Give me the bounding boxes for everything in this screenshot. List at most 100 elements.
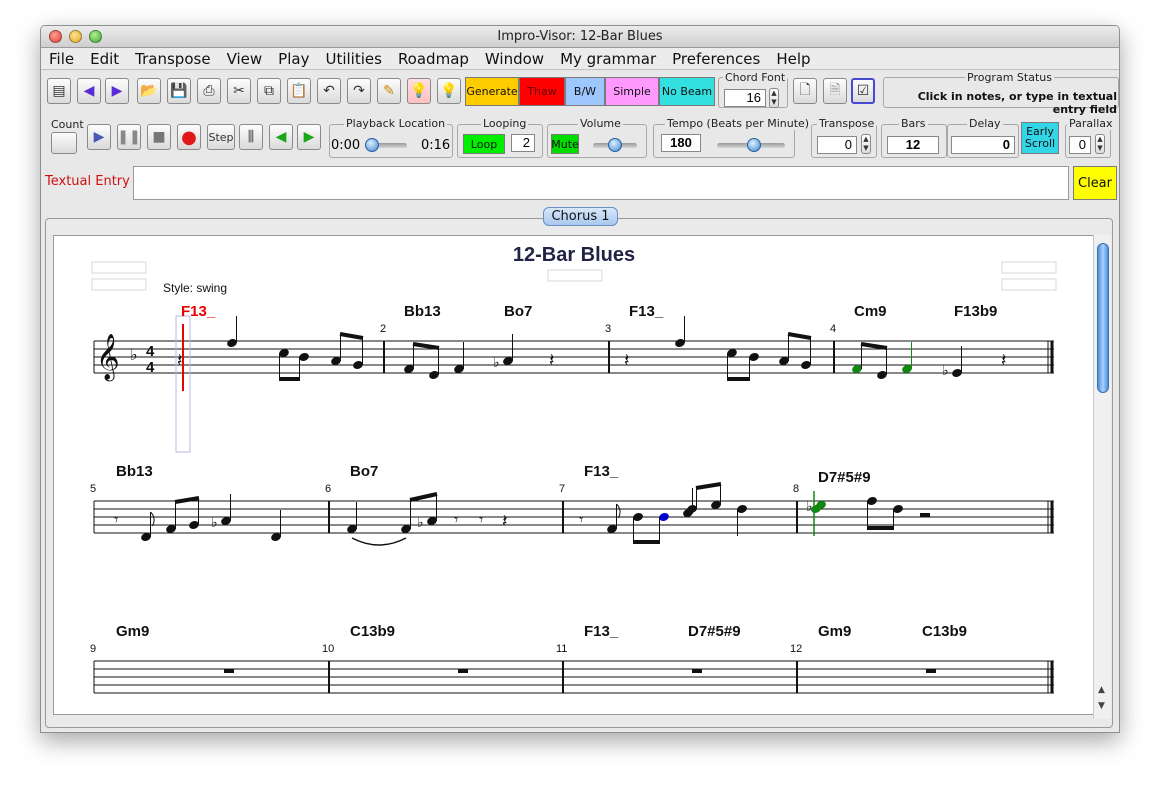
quarter-rest[interactable]: 𝄽	[624, 350, 630, 370]
half-rest[interactable]	[920, 513, 930, 517]
mute-button[interactable]: Mute	[551, 134, 579, 154]
menu-preferences[interactable]: Preferences	[664, 48, 768, 69]
note[interactable]	[270, 510, 282, 542]
minimize-window-button[interactable]	[69, 30, 82, 43]
composer-placeholder-right[interactable]	[1001, 261, 1057, 274]
note[interactable]	[226, 316, 238, 348]
undo-icon[interactable]: ↶	[317, 78, 341, 104]
pencil-icon[interactable]: ✎	[377, 78, 401, 104]
note[interactable]	[346, 502, 358, 534]
menu-window[interactable]: Window	[477, 48, 552, 69]
open-file-icon[interactable]: 📂	[137, 78, 161, 104]
chord-symbol[interactable]: F13b9	[954, 303, 997, 320]
quarter-rest[interactable]: 𝄽	[549, 350, 555, 370]
chord-symbol[interactable]: Cm9	[854, 303, 887, 320]
chord-font-spinner[interactable]: ▲ ▼	[769, 88, 779, 108]
generate-button[interactable]: Generate	[465, 77, 519, 106]
quarter-rest[interactable]: 𝄽	[502, 511, 508, 531]
stop-icon[interactable]: ■	[147, 124, 171, 150]
scroll-up-arrow-icon[interactable]: ▲	[1098, 685, 1105, 695]
zoom-window-button[interactable]	[89, 30, 102, 43]
composer-placeholder-left-2[interactable]	[91, 278, 147, 291]
leadsheet-icon[interactable]: ▤	[47, 78, 71, 104]
pause-icon[interactable]: ❚❚	[117, 124, 141, 150]
count-checkbox[interactable]	[51, 132, 77, 154]
note[interactable]	[502, 334, 514, 366]
note[interactable]	[736, 504, 748, 536]
transpose-spinner[interactable]: ▲ ▼	[861, 134, 871, 154]
chord-font-field[interactable]: 16	[724, 89, 766, 107]
cut-icon[interactable]: ✂	[227, 78, 251, 104]
note[interactable]	[901, 342, 913, 374]
note[interactable]	[220, 494, 232, 526]
scroll-down-arrow-icon[interactable]: ▼	[1098, 701, 1105, 711]
textual-entry-field[interactable]	[133, 166, 1069, 200]
whole-rest[interactable]	[224, 669, 234, 673]
rewind-icon[interactable]: ◀	[269, 124, 293, 150]
step-button[interactable]: Step	[207, 124, 235, 150]
chord-symbol[interactable]: Bo7	[504, 303, 532, 320]
previous-chorus-icon[interactable]: ◀	[77, 78, 101, 104]
menu-transpose[interactable]: Transpose	[127, 48, 218, 69]
eighth-rest[interactable]: 𝄾	[479, 512, 483, 529]
clear-button[interactable]: Clear	[1073, 166, 1117, 200]
menu-play[interactable]: Play	[270, 48, 317, 69]
redo-icon[interactable]: ↷	[347, 78, 371, 104]
note[interactable]	[674, 316, 686, 348]
chord-symbol[interactable]: C13b9	[922, 623, 967, 640]
parallax-field[interactable]: 0	[1069, 136, 1091, 154]
composer-placeholder-right-2[interactable]	[1001, 278, 1057, 291]
record-icon[interactable]: ●	[177, 124, 201, 150]
delay-field[interactable]: 0	[951, 136, 1015, 154]
menu-help[interactable]: Help	[768, 48, 818, 69]
playback-slider-knob[interactable]	[365, 138, 379, 152]
tab-chorus-1[interactable]: Chorus 1	[543, 207, 618, 226]
lightbulb-icon[interactable]: 💡	[437, 78, 461, 104]
chord-symbol[interactable]: F13_	[584, 623, 619, 640]
note[interactable]	[453, 342, 465, 374]
next-chorus-icon[interactable]: ▶	[105, 78, 129, 104]
preferences-checklist-icon[interactable]: ☑	[851, 78, 875, 104]
chord-symbol[interactable]: Bb13	[116, 463, 153, 480]
advice-bulb-icon[interactable]: 💡	[407, 78, 431, 104]
tempo-slider-knob[interactable]	[746, 138, 761, 152]
note[interactable]	[682, 488, 694, 518]
parallax-spinner[interactable]: ▲ ▼	[1095, 134, 1105, 154]
score-sheet[interactable]: 12-Bar Blues Style: swing 𝄞 ♭ 4 4 F13_ B…	[53, 235, 1097, 715]
copy-icon[interactable]: ⧉	[257, 78, 281, 104]
chord-symbol[interactable]: C13b9	[350, 623, 395, 640]
quarter-rest[interactable]: 𝄽	[177, 350, 183, 370]
volume-slider-knob[interactable]	[608, 138, 622, 152]
early-scroll-button[interactable]: Early Scroll	[1021, 122, 1059, 154]
whole-rest[interactable]	[692, 669, 702, 673]
chord-symbol[interactable]: F13_	[584, 463, 619, 480]
loop-count-field[interactable]: 2	[511, 134, 535, 152]
menu-my-grammar[interactable]: My grammar	[552, 48, 664, 69]
scrollbar-thumb[interactable]	[1097, 243, 1109, 393]
thaw-button[interactable]: Thaw	[519, 77, 565, 106]
menu-edit[interactable]: Edit	[82, 48, 127, 69]
chord-symbol[interactable]: D7#5#9	[688, 623, 741, 640]
mixer-icon[interactable]: ⫼	[239, 124, 263, 150]
loop-button[interactable]: Loop	[463, 134, 505, 154]
chord-symbol[interactable]: Bo7	[350, 463, 378, 480]
simple-button[interactable]: Simple	[605, 77, 659, 106]
chord-symbol[interactable]: Bb13	[404, 303, 441, 320]
no-beam-button[interactable]: No Beam	[659, 77, 715, 106]
play-icon[interactable]: ▶	[87, 124, 111, 150]
beamed-notes[interactable]	[165, 496, 200, 534]
close-window-button[interactable]	[49, 30, 62, 43]
whole-rest[interactable]	[458, 669, 468, 673]
transpose-field[interactable]: 0	[817, 136, 857, 154]
save-icon[interactable]: 💾	[167, 78, 191, 104]
bw-button[interactable]: B/W	[565, 77, 605, 106]
eighth-rest[interactable]: 𝄾	[579, 512, 583, 529]
beamed-notes[interactable]	[726, 348, 760, 381]
chord-symbol[interactable]: Gm9	[116, 623, 149, 640]
beamed-notes[interactable]	[278, 348, 310, 381]
subtitle-placeholder[interactable]	[547, 269, 603, 282]
eighth-rest[interactable]: 𝄾	[454, 512, 458, 529]
eighth-rest[interactable]: 𝄾	[114, 512, 118, 529]
beamed-notes[interactable]	[686, 482, 722, 514]
chord-symbol[interactable]: F13_	[629, 303, 664, 320]
